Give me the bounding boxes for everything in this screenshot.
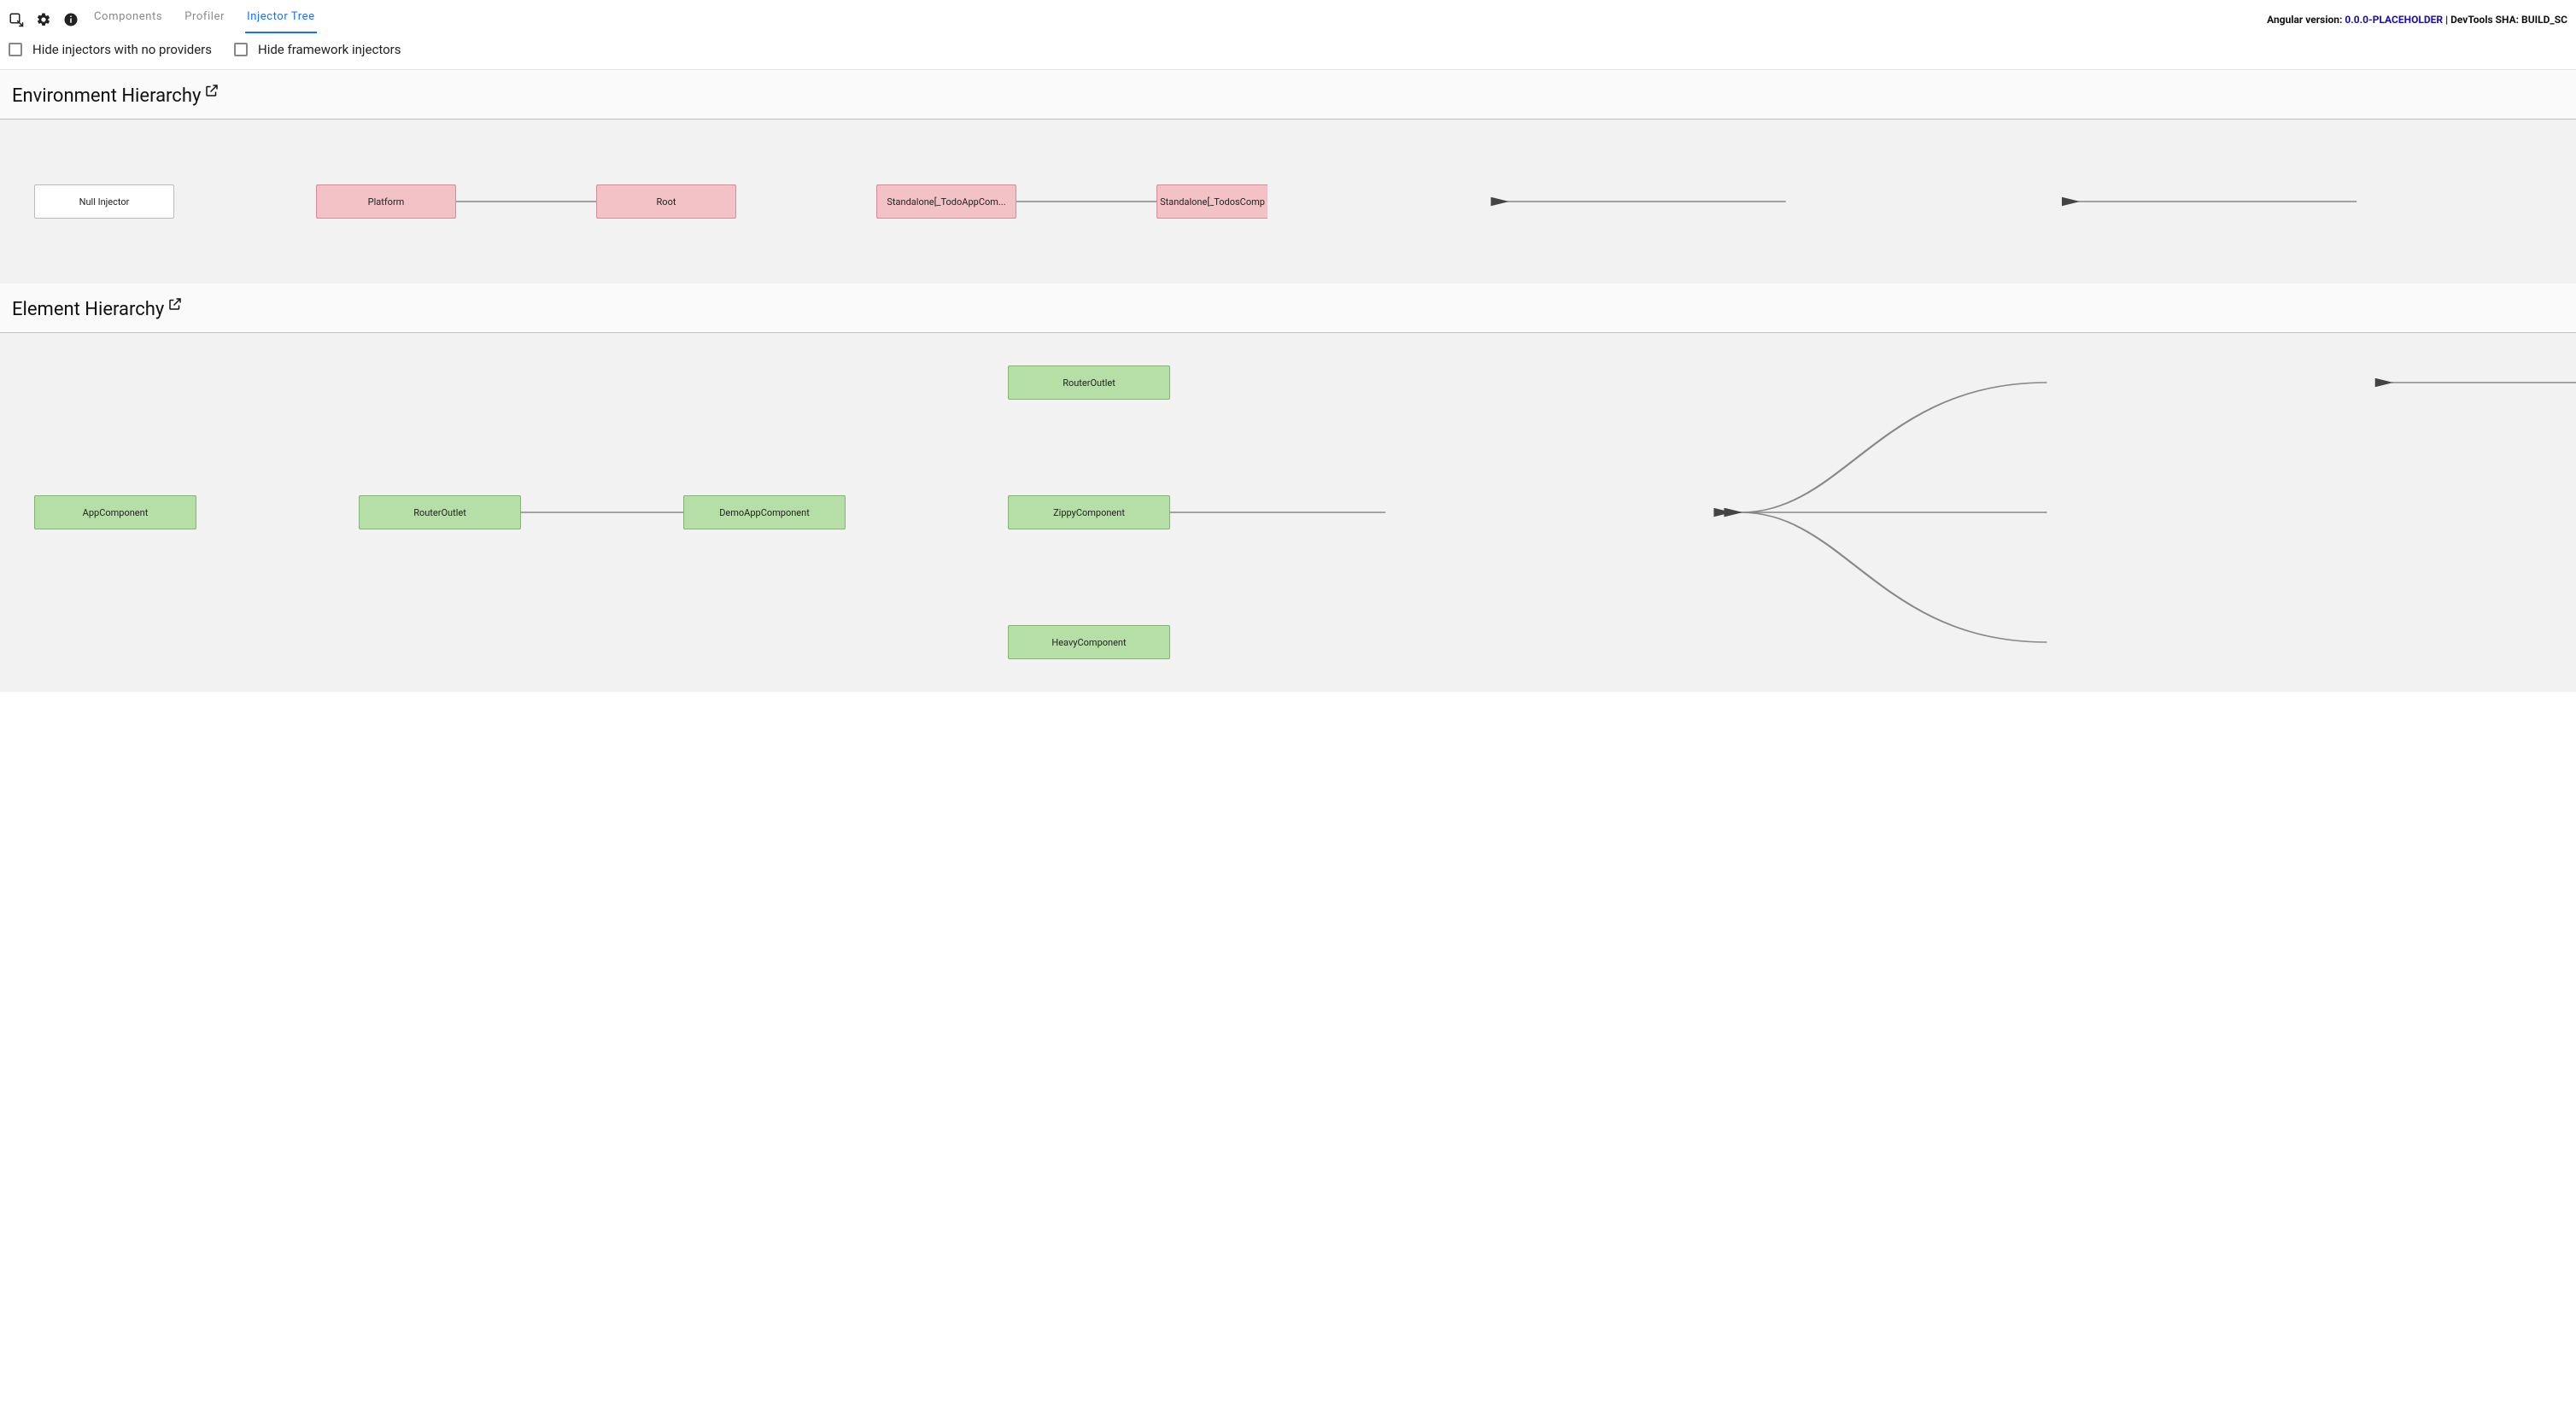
- env-title-bar: Environment Hierarchy: [0, 70, 2576, 120]
- info-icon[interactable]: [63, 12, 79, 27]
- element-node-demoappcomponent[interactable]: DemoAppComponent: [683, 495, 846, 529]
- version-info: Angular version: 0.0.0-PLACEHOLDER | Dev…: [2267, 14, 2567, 26]
- element-node-routeroutlet-1[interactable]: RouterOutlet: [359, 495, 521, 529]
- element-node-zippycomponent[interactable]: ZippyComponent: [1008, 495, 1170, 529]
- checkbox-icon: [234, 43, 248, 56]
- element-node-appcomponent[interactable]: AppComponent: [34, 495, 196, 529]
- injector-node-root[interactable]: Root: [596, 184, 736, 219]
- hide-framework-checkbox[interactable]: Hide framework injectors: [234, 42, 401, 57]
- element-node-routeroutlet-2[interactable]: RouterOutlet: [1008, 365, 1170, 400]
- injector-node-standalone-todoapp[interactable]: Standalone[_TodoAppCom...: [876, 184, 1016, 219]
- env-tree-canvas[interactable]: Null Injector Platform Root Standalone[_…: [0, 120, 2576, 284]
- env-hierarchy-title: Environment Hierarchy: [12, 85, 201, 107]
- injector-node-null[interactable]: Null Injector: [34, 184, 174, 219]
- hide-no-providers-checkbox[interactable]: Hide injectors with no providers: [9, 42, 212, 57]
- hide-framework-label: Hide framework injectors: [258, 42, 401, 57]
- inspect-icon[interactable]: [9, 12, 24, 27]
- checkbox-icon: [9, 43, 22, 56]
- hide-no-providers-label: Hide injectors with no providers: [32, 42, 212, 57]
- toolbar-icon-group: [9, 12, 79, 27]
- external-link-icon[interactable]: [204, 82, 220, 97]
- elem-hierarchy-title: Element Hierarchy: [12, 299, 164, 320]
- injector-node-platform[interactable]: Platform: [316, 184, 456, 219]
- gear-icon[interactable]: [36, 12, 51, 27]
- version-prefix: Angular version:: [2267, 14, 2345, 26]
- filter-bar: Hide injectors with no providers Hide fr…: [0, 33, 2576, 70]
- tab-injector-tree[interactable]: Injector Tree: [245, 5, 317, 33]
- element-node-heavycomponent[interactable]: HeavyComponent: [1008, 625, 1170, 659]
- version-value: 0.0.0-PLACEHOLDER: [2345, 14, 2443, 26]
- elem-title-bar: Element Hierarchy: [0, 284, 2576, 333]
- tab-profiler[interactable]: Profiler: [183, 5, 226, 33]
- top-toolbar: Components Profiler Injector Tree Angula…: [0, 0, 2576, 33]
- elem-tree-canvas[interactable]: AppComponent RouterOutlet DemoAppCompone…: [0, 333, 2576, 692]
- tab-components[interactable]: Components: [92, 5, 164, 33]
- tab-bar: Components Profiler Injector Tree: [92, 5, 317, 33]
- injector-node-standalone-todos[interactable]: Standalone[_TodosComp: [1156, 184, 1268, 219]
- version-suffix: | DevTools SHA: BUILD_SC: [2443, 14, 2567, 26]
- external-link-icon[interactable]: [167, 295, 183, 311]
